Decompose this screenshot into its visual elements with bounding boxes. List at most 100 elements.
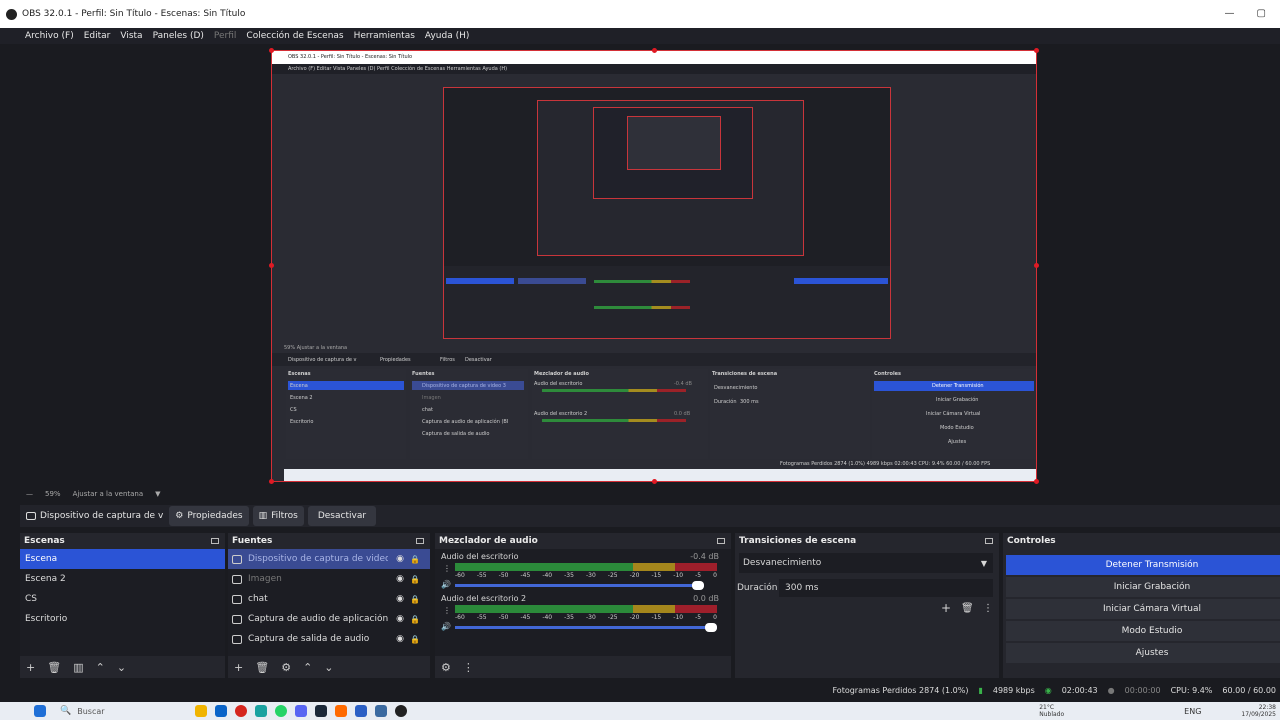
lock-icon[interactable]: 🔒: [410, 615, 420, 624]
mute-speaker-icon[interactable]: 🔊: [441, 580, 451, 589]
lock-icon[interactable]: 🔒: [410, 635, 420, 644]
move-up-icon[interactable]: ⌃: [96, 661, 105, 674]
visibility-eye-icon[interactable]: ◉: [396, 634, 404, 644]
add-scene-icon[interactable]: +: [26, 661, 35, 674]
transition-select[interactable]: Desvanecimiento ▼: [739, 553, 993, 573]
menu-item-4[interactable]: Perfil: [214, 31, 237, 41]
control-button[interactable]: Iniciar Cámara Virtual: [1006, 599, 1280, 619]
resize-handle-t[interactable]: [652, 48, 657, 53]
track-menu-icon[interactable]: ⋮: [443, 606, 451, 615]
undock-icon[interactable]: [416, 538, 424, 544]
menu-item-5[interactable]: Colección de Escenas: [246, 31, 343, 41]
nested-meter-1: [542, 389, 686, 392]
obs-taskbar-icon[interactable]: [394, 705, 407, 717]
add-transition-icon[interactable]: +: [941, 601, 951, 615]
filter-icon[interactable]: ▥: [73, 661, 83, 674]
menu-item-0[interactable]: Archivo (F): [25, 31, 74, 41]
transition-menu-icon[interactable]: ⋮: [983, 603, 993, 614]
whatsapp-icon[interactable]: [274, 705, 287, 717]
fader-knob[interactable]: [691, 581, 704, 590]
scene-item[interactable]: CS: [20, 589, 225, 609]
steam-icon[interactable]: [314, 705, 327, 717]
clock[interactable]: 22:38 17/09/2025: [1241, 704, 1276, 718]
taskbar-search[interactable]: Buscar: [77, 707, 104, 716]
minimize-button[interactable]: —: [1225, 8, 1235, 19]
properties-button[interactable]: ⚙ Propiedades: [169, 506, 249, 526]
nested-btn-primary-2: [794, 278, 888, 284]
store-icon[interactable]: [214, 705, 227, 717]
opera-icon[interactable]: [234, 705, 247, 717]
windows-start-icon[interactable]: [34, 705, 46, 717]
remove-source-icon[interactable]: 🗑: [255, 661, 269, 674]
resize-handle-tr[interactable]: [1034, 48, 1039, 53]
scene-item[interactable]: Escena: [20, 549, 225, 569]
visibility-eye-icon[interactable]: ◉: [396, 574, 404, 584]
add-source-icon[interactable]: +: [234, 661, 243, 674]
taskview-icon[interactable]: [175, 705, 187, 717]
control-button[interactable]: Ajustes: [1006, 643, 1280, 663]
volume-fader[interactable]: [455, 623, 717, 632]
menu-item-3[interactable]: Paneles (D): [153, 31, 204, 41]
scene-item[interactable]: Escena 2: [20, 569, 225, 589]
move-up-icon[interactable]: ⌃: [303, 661, 312, 674]
move-down-icon[interactable]: ⌄: [324, 661, 333, 674]
control-button[interactable]: Iniciar Grabación: [1006, 577, 1280, 597]
mute-speaker-icon[interactable]: 🔊: [441, 622, 451, 631]
visibility-eye-icon[interactable]: ◉: [396, 594, 404, 604]
resize-handle-r[interactable]: [1034, 263, 1039, 268]
file-explorer-icon[interactable]: [194, 705, 207, 717]
preview-canvas[interactable]: OBS 32.0.1 - Perfil: Sin Título - Escena…: [271, 50, 1037, 482]
search-icon[interactable]: 🔍: [60, 706, 71, 716]
weather-widget[interactable]: 21°C Nublado: [1039, 704, 1064, 718]
resize-handle-b[interactable]: [652, 479, 657, 484]
resize-handle-l[interactable]: [269, 263, 274, 268]
mixer-settings-icon[interactable]: ⚙: [441, 661, 451, 674]
weather-desc: Nublado: [1039, 711, 1065, 718]
settings-icon[interactable]: [374, 705, 387, 717]
lock-icon[interactable]: 🔒: [410, 555, 420, 564]
duration-spinbox[interactable]: 300 ms: [779, 579, 993, 597]
filters-button[interactable]: ▥ Filtros: [252, 506, 304, 526]
maximize-button[interactable]: ▢: [1257, 8, 1266, 19]
fader-knob[interactable]: [705, 623, 717, 632]
resize-handle-bl[interactable]: [269, 479, 274, 484]
source-item[interactable]: chat ◉ 🔒: [228, 589, 430, 609]
volume-fader[interactable]: [455, 581, 704, 590]
source-settings-icon[interactable]: ⚙: [281, 661, 291, 674]
app-icon[interactable]: [334, 705, 347, 717]
discord-icon[interactable]: [294, 705, 307, 717]
mixer-menu-icon[interactable]: ⋮: [463, 661, 474, 674]
control-button[interactable]: Detener Transmisión: [1006, 555, 1280, 575]
control-button[interactable]: Modo Estudio: [1006, 621, 1280, 641]
visibility-eye-icon[interactable]: ◉: [396, 614, 404, 624]
undock-icon[interactable]: [985, 538, 993, 544]
undock-icon[interactable]: [211, 538, 219, 544]
source-item[interactable]: Dispositivo de captura de video 3 ◉ 🔒: [228, 549, 430, 569]
menu-item-2[interactable]: Vista: [120, 31, 142, 41]
scene-item[interactable]: Escritorio: [20, 609, 225, 629]
resize-handle-br[interactable]: [1034, 479, 1039, 484]
menu-item-7[interactable]: Ayuda (H): [425, 31, 469, 41]
remove-transition-icon[interactable]: 🗑: [961, 603, 974, 614]
edge-icon[interactable]: [254, 705, 267, 717]
fit-window-dropdown-icon[interactable]: ▼: [155, 490, 160, 498]
fit-window-label[interactable]: Ajustar a la ventana: [73, 490, 144, 498]
undock-icon[interactable]: [717, 538, 725, 544]
remove-scene-icon[interactable]: 🗑: [47, 661, 61, 674]
deactivate-button[interactable]: Desactivar: [307, 506, 377, 526]
source-item[interactable]: Captura de audio de aplicación (BI ◉ 🔒: [228, 609, 430, 629]
visibility-eye-icon[interactable]: ◉: [396, 554, 404, 564]
language-indicator[interactable]: ENG: [1184, 707, 1201, 716]
app2-icon[interactable]: [354, 705, 367, 717]
menu-item-1[interactable]: Editar: [84, 31, 111, 41]
move-down-icon[interactable]: ⌄: [117, 661, 126, 674]
zoom-out-button[interactable]: —: [26, 490, 33, 498]
menu-item-6[interactable]: Herramientas: [354, 31, 415, 41]
resize-handle-tl[interactable]: [269, 48, 274, 53]
track-menu-icon[interactable]: ⋮: [443, 564, 451, 573]
nested-filters: Filtros: [440, 357, 455, 363]
source-item[interactable]: Captura de salida de audio ◉ 🔒: [228, 629, 430, 649]
lock-icon[interactable]: 🔒: [410, 575, 420, 584]
lock-icon[interactable]: 🔒: [410, 595, 420, 604]
source-item[interactable]: Imagen ◉ 🔒: [228, 569, 430, 589]
